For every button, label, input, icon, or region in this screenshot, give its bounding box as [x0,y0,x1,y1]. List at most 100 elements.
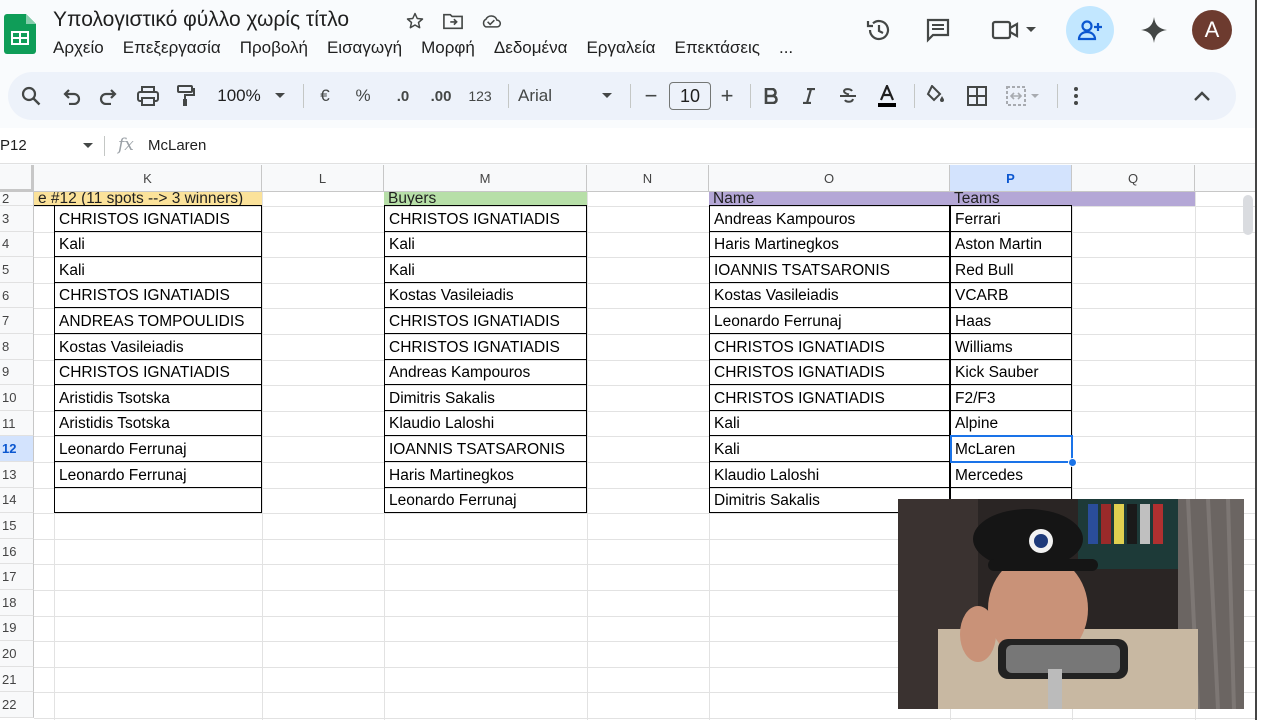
decrease-font-size-button[interactable]: − [640,72,662,120]
raffle-column-k-cell[interactable]: CHRISTOS IGNATIADIS [54,282,262,309]
row-header[interactable]: 10 [0,385,34,411]
name-column-o-cell[interactable]: Klaudio Laloshi [709,462,950,488]
raffle-column-k-cell[interactable]: Leonardo Ferrunaj [54,462,262,488]
name-column-o-cell[interactable]: CHRISTOS IGNATIADIS [709,359,950,386]
buyers-column-m-header[interactable]: Buyers [384,192,587,206]
row-header[interactable]: 15 [0,513,34,539]
decrease-decimal-button[interactable]: .0 [388,72,418,120]
name-column-o-cell[interactable]: CHRISTOS IGNATIADIS [709,334,950,360]
row-header[interactable]: 22 [0,692,34,718]
name-column-o-cell[interactable]: Andreas Kampouros [709,206,950,232]
font-size-input[interactable]: 10 [669,82,711,110]
name-column-o-cell[interactable]: IOANNIS TSATSARONIS [709,257,950,283]
star-icon[interactable] [404,10,426,32]
buyers-column-m-cell[interactable]: CHRISTOS IGNATIADIS [384,206,587,232]
name-column-o-cell[interactable]: Kostas Vasileiadis [709,282,950,309]
row-header[interactable]: 17 [0,564,34,590]
search-icon[interactable] [16,72,46,120]
comments-icon[interactable] [914,6,962,54]
share-button[interactable] [1066,6,1114,54]
menu-insert[interactable]: Εισαγωγή [327,38,402,58]
print-icon[interactable] [133,72,163,120]
raffle-column-k-cell[interactable]: Kali [54,231,262,258]
number-format-button[interactable]: 123 [465,72,495,120]
name-column-o-cell[interactable]: Kali [709,436,950,462]
increase-decimal-button[interactable]: .00 [426,72,456,120]
column-header[interactable]: K [34,165,262,192]
strikethrough-icon[interactable] [836,72,860,120]
column-header[interactable]: Q [1072,165,1195,192]
menu-file[interactable]: Αρχείο [53,38,104,58]
raffle-column-k-cell[interactable]: Aristidis Tsotska [54,385,262,411]
buyers-column-m-cell[interactable]: CHRISTOS IGNATIADIS [384,334,587,360]
menu-view[interactable]: Προβολή [240,38,308,58]
menu-more[interactable]: ... [779,38,793,58]
name-column-o-cell[interactable]: Leonardo Ferrunaj [709,308,950,334]
buyers-column-m-cell[interactable]: Klaudio Laloshi [384,410,587,437]
teams-column-p-header[interactable]: Teams [950,192,1072,206]
cloud-saved-icon[interactable] [480,10,502,32]
menu-data[interactable]: Δεδομένα [494,38,568,58]
row-header[interactable]: 8 [0,334,34,360]
row-header[interactable]: 6 [0,282,34,309]
avatar[interactable]: A [1192,10,1232,50]
teams-column-p-cell[interactable]: Red Bull [950,257,1072,283]
column-header[interactable] [1195,165,1256,192]
menu-format[interactable]: Μορφή [421,38,475,58]
row-header[interactable]: 20 [0,641,34,667]
raffle-column-k-cell[interactable]: Leonardo Ferrunaj [54,436,262,462]
buyers-column-m-cell[interactable]: Dimitris Sakalis [384,385,587,411]
row-header[interactable]: 16 [0,538,34,565]
selected-cell-outline[interactable] [950,435,1073,463]
column-header[interactable]: M [384,165,587,192]
row-header[interactable]: 5 [0,257,34,283]
buyers-column-m-cell[interactable]: Leonardo Ferrunaj [384,487,587,514]
menu-tools[interactable]: Εργαλεία [586,38,655,58]
formula-input[interactable]: McLaren [148,137,206,154]
name-box-chevron-icon[interactable] [82,142,94,150]
redo-icon[interactable] [94,72,124,120]
teams-column-p-cell[interactable]: Williams [950,334,1072,360]
row-header[interactable]: 19 [0,615,34,642]
buyers-column-m-cell[interactable]: Kostas Vasileiadis [384,282,587,309]
raffle-column-k-cell[interactable]: CHRISTOS IGNATIADIS [54,359,262,386]
row-header[interactable]: 7 [0,308,34,334]
teams-column-p-cell[interactable]: F2/F3 [950,385,1072,411]
buyers-column-m-cell[interactable]: Haris Martinegkos [384,462,587,488]
raffle-column-k-cell[interactable]: Kostas Vasileiadis [54,334,262,360]
fill-handle[interactable] [1068,458,1077,467]
name-column-o-cell[interactable]: Haris Martinegkos [709,231,950,258]
text-color-icon[interactable] [872,72,902,120]
name-column-o-cell[interactable]: Kali [709,410,950,437]
raffle-column-k-header[interactable]: e #12 (11 spots --> 3 winners) [34,192,262,206]
fill-color-icon[interactable] [922,72,948,120]
row-header[interactable]: 4 [0,231,34,258]
buyers-column-m-cell[interactable]: Kali [384,231,587,258]
move-folder-icon[interactable] [442,10,464,32]
zoom-select[interactable]: 100% [213,72,265,120]
undo-icon[interactable] [56,72,86,120]
column-header[interactable]: P [950,165,1072,192]
sheets-logo-icon[interactable] [4,14,36,54]
raffle-column-k-cell[interactable]: ANDREAS TOMPOULIDIS [54,308,262,334]
vertical-scrollbar[interactable] [1243,195,1253,235]
raffle-column-k-cell[interactable]: Kali [54,257,262,283]
column-header[interactable]: L [262,165,384,192]
name-box[interactable]: P12 [0,137,27,154]
menu-extensions[interactable]: Επεκτάσεις [674,38,760,58]
buyers-column-m-cell[interactable]: Andreas Kampouros [384,359,587,386]
paint-format-icon[interactable] [171,72,201,120]
name-column-o-cell[interactable]: CHRISTOS IGNATIADIS [709,385,950,411]
buyers-column-m-cell[interactable]: IOANNIS TSATSARONIS [384,436,587,462]
teams-column-p-cell[interactable]: Haas [950,308,1072,334]
teams-column-p-cell[interactable]: Mercedes [950,462,1072,488]
row-header[interactable]: 18 [0,590,34,616]
buyers-column-m-cell[interactable]: CHRISTOS IGNATIADIS [384,308,587,334]
bold-icon[interactable] [759,72,783,120]
teams-column-p-cell[interactable]: Aston Martin [950,231,1072,258]
teams-column-p-cell[interactable]: Kick Sauber [950,359,1072,386]
font-select[interactable]: Arial [518,72,588,120]
column-header[interactable]: O [709,165,950,192]
font-chevron-icon[interactable] [599,72,615,120]
teams-column-p-cell[interactable]: Alpine [950,410,1072,437]
